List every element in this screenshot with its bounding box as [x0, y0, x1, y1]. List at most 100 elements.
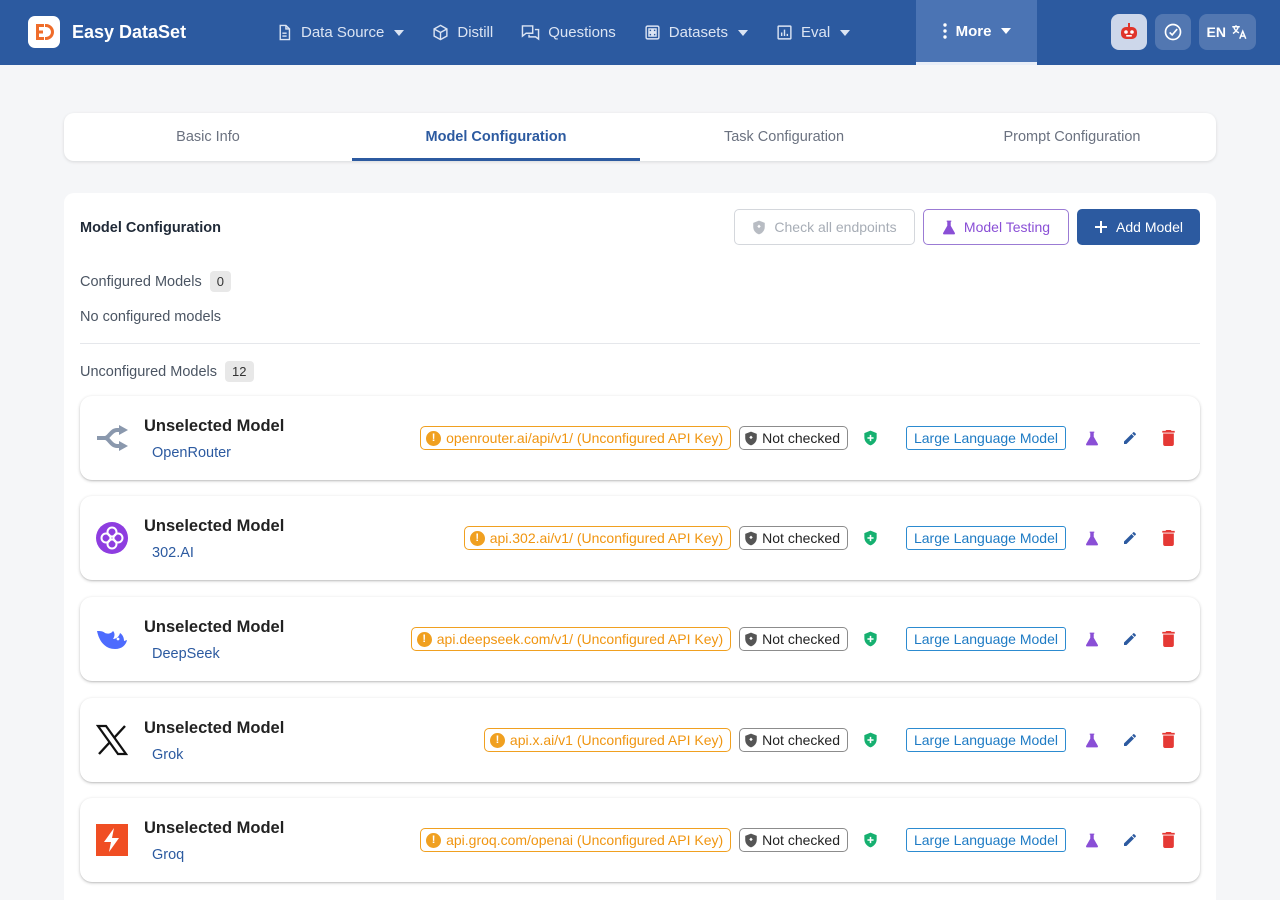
warning-icon: ! [489, 732, 505, 748]
x-logo-icon [94, 722, 130, 758]
shield-icon [745, 833, 757, 847]
status-text: Not checked [762, 631, 840, 647]
add-model-button[interactable]: Add Model [1077, 209, 1200, 245]
model-card[interactable]: Unselected Model Groq ! api.groq.com/open… [80, 798, 1200, 882]
delete-model-button[interactable] [1156, 426, 1180, 450]
tab-model-configuration[interactable]: Model Configuration [352, 113, 640, 161]
pencil-icon [1124, 734, 1136, 746]
more-vertical-icon [942, 23, 947, 39]
edit-model-button[interactable] [1118, 426, 1142, 450]
check-endpoint-icon[interactable] [862, 732, 880, 748]
check-endpoint-icon[interactable] [862, 832, 880, 848]
status-chip: Not checked [739, 828, 848, 852]
nav-datasets[interactable]: Datasets [630, 0, 762, 65]
delete-model-button[interactable] [1156, 526, 1180, 550]
model-card-actions: ! api.deepseek.com/v1/ (Unconfigured API … [410, 627, 1180, 651]
status-text: Not checked [762, 732, 840, 748]
model-card[interactable]: Unselected Model OpenRouter ! openrouter.… [80, 396, 1200, 480]
delete-model-button[interactable] [1156, 828, 1180, 852]
language-code: EN [1206, 24, 1226, 40]
model-card-actions: ! api.x.ai/v1 (Unconfigured API Key) Not … [483, 728, 1180, 752]
count-badge: 12 [225, 361, 254, 382]
brand[interactable]: Easy DataSet [28, 16, 186, 48]
test-model-button[interactable] [1080, 728, 1104, 752]
status-text: Not checked [762, 530, 840, 546]
endpoint-chip: ! api.deepseek.com/v1/ (Unconfigured API … [410, 627, 732, 651]
endpoint-text: openrouter.ai/api/v1/ (Unconfigured API … [446, 430, 724, 446]
flask-icon [1086, 833, 1098, 847]
unconfigured-models-header: Unconfigured Models 12 [80, 361, 254, 382]
warning-icon: ! [469, 530, 485, 546]
endpoint-text: api.groq.com/openai (Unconfigured API Ke… [446, 832, 724, 848]
model-name: Unselected Model [144, 719, 285, 737]
tab-task-configuration[interactable]: Task Configuration [640, 113, 928, 161]
check-endpoint-icon[interactable] [862, 530, 880, 546]
model-name: Unselected Model [144, 819, 285, 837]
nav-distill[interactable]: Distill [418, 0, 507, 65]
main-nav: Data Source Distill Questions Datasets E… [262, 0, 1037, 65]
pencil-icon [1124, 834, 1136, 846]
chevron-down-icon [1001, 28, 1012, 34]
test-model-button[interactable] [1080, 828, 1104, 852]
provider-name: 302.AI [152, 545, 194, 561]
button-label: Add Model [1116, 219, 1183, 235]
provider-name: DeepSeek [152, 646, 220, 662]
test-model-button[interactable] [1080, 627, 1104, 651]
language-button[interactable]: EN [1198, 14, 1256, 50]
nav-data-source[interactable]: Data Source [262, 0, 418, 65]
endpoint-text: api.x.ai/v1 (Unconfigured API Key) [509, 732, 724, 748]
edit-model-button[interactable] [1118, 728, 1142, 752]
endpoint-text: api.302.ai/v1/ (Unconfigured API Key) [489, 530, 724, 546]
task-check-button[interactable] [1154, 14, 1191, 50]
pencil-icon [1124, 432, 1136, 444]
tab-basic-info[interactable]: Basic Info [64, 113, 352, 161]
nav-eval[interactable]: Eval [762, 0, 864, 65]
model-type-chip: Large Language Model [905, 728, 1066, 752]
provider-name: OpenRouter [152, 445, 231, 461]
endpoint-chip: ! openrouter.ai/api/v1/ (Unconfigured API… [420, 426, 732, 450]
trash-icon [1161, 631, 1175, 647]
model-card[interactable]: Unselected Model Grok ! api.x.ai/v1 (Unco… [80, 698, 1200, 782]
grid-icon [645, 25, 660, 40]
nav-label: More [955, 22, 992, 40]
check-all-endpoints-button[interactable]: Check all endpoints [734, 209, 915, 245]
delete-model-button[interactable] [1156, 627, 1180, 651]
tab-prompt-configuration[interactable]: Prompt Configuration [928, 113, 1216, 161]
delete-model-button[interactable] [1156, 728, 1180, 752]
model-testing-button[interactable]: Model Testing [923, 209, 1069, 245]
test-model-button[interactable] [1080, 526, 1104, 550]
top-app-bar: Easy DataSet Data Source Distill Questio… [0, 0, 1280, 65]
edit-model-button[interactable] [1118, 828, 1142, 852]
model-name: Unselected Model [144, 517, 285, 535]
robot-button[interactable] [1110, 14, 1147, 50]
section-label: Configured Models [80, 273, 202, 290]
app-title: Easy DataSet [72, 21, 187, 42]
check-circle-icon [1164, 23, 1181, 41]
endpoint-chip: ! api.groq.com/openai (Unconfigured API K… [420, 828, 732, 852]
model-type-chip: Large Language Model [905, 828, 1066, 852]
pencil-icon [1124, 532, 1136, 544]
openrouter-logo-icon [94, 420, 130, 456]
empty-state-text: No configured models [80, 309, 222, 325]
model-configuration-panel: Model Configuration Check all endpoints … [64, 193, 1216, 900]
trash-icon [1161, 530, 1175, 546]
model-card[interactable]: Unselected Model DeepSeek ! api.deepseek.… [80, 597, 1200, 681]
test-model-button[interactable] [1080, 426, 1104, 450]
flask-icon [1086, 733, 1098, 747]
edit-model-button[interactable] [1118, 627, 1142, 651]
nav-label: Eval [800, 24, 831, 41]
nav-questions[interactable]: Questions [507, 0, 630, 65]
nav-more[interactable]: More [916, 0, 1037, 65]
check-endpoint-icon[interactable] [862, 631, 880, 647]
status-chip: Not checked [739, 526, 848, 550]
flask-icon [1086, 632, 1098, 646]
model-card-actions: ! openrouter.ai/api/v1/ (Unconfigured API… [420, 426, 1180, 450]
edit-model-button[interactable] [1118, 526, 1142, 550]
check-endpoint-icon[interactable] [862, 430, 880, 446]
model-card-actions: ! api.302.ai/v1/ (Unconfigured API Key) N… [463, 526, 1180, 550]
flask-icon [1086, 431, 1098, 445]
model-card[interactable]: Unselected Model 302.AI ! api.302.ai/v1/ … [80, 496, 1200, 580]
trash-icon [1161, 430, 1175, 446]
plus-icon [1095, 221, 1108, 233]
count-badge: 0 [209, 271, 231, 292]
